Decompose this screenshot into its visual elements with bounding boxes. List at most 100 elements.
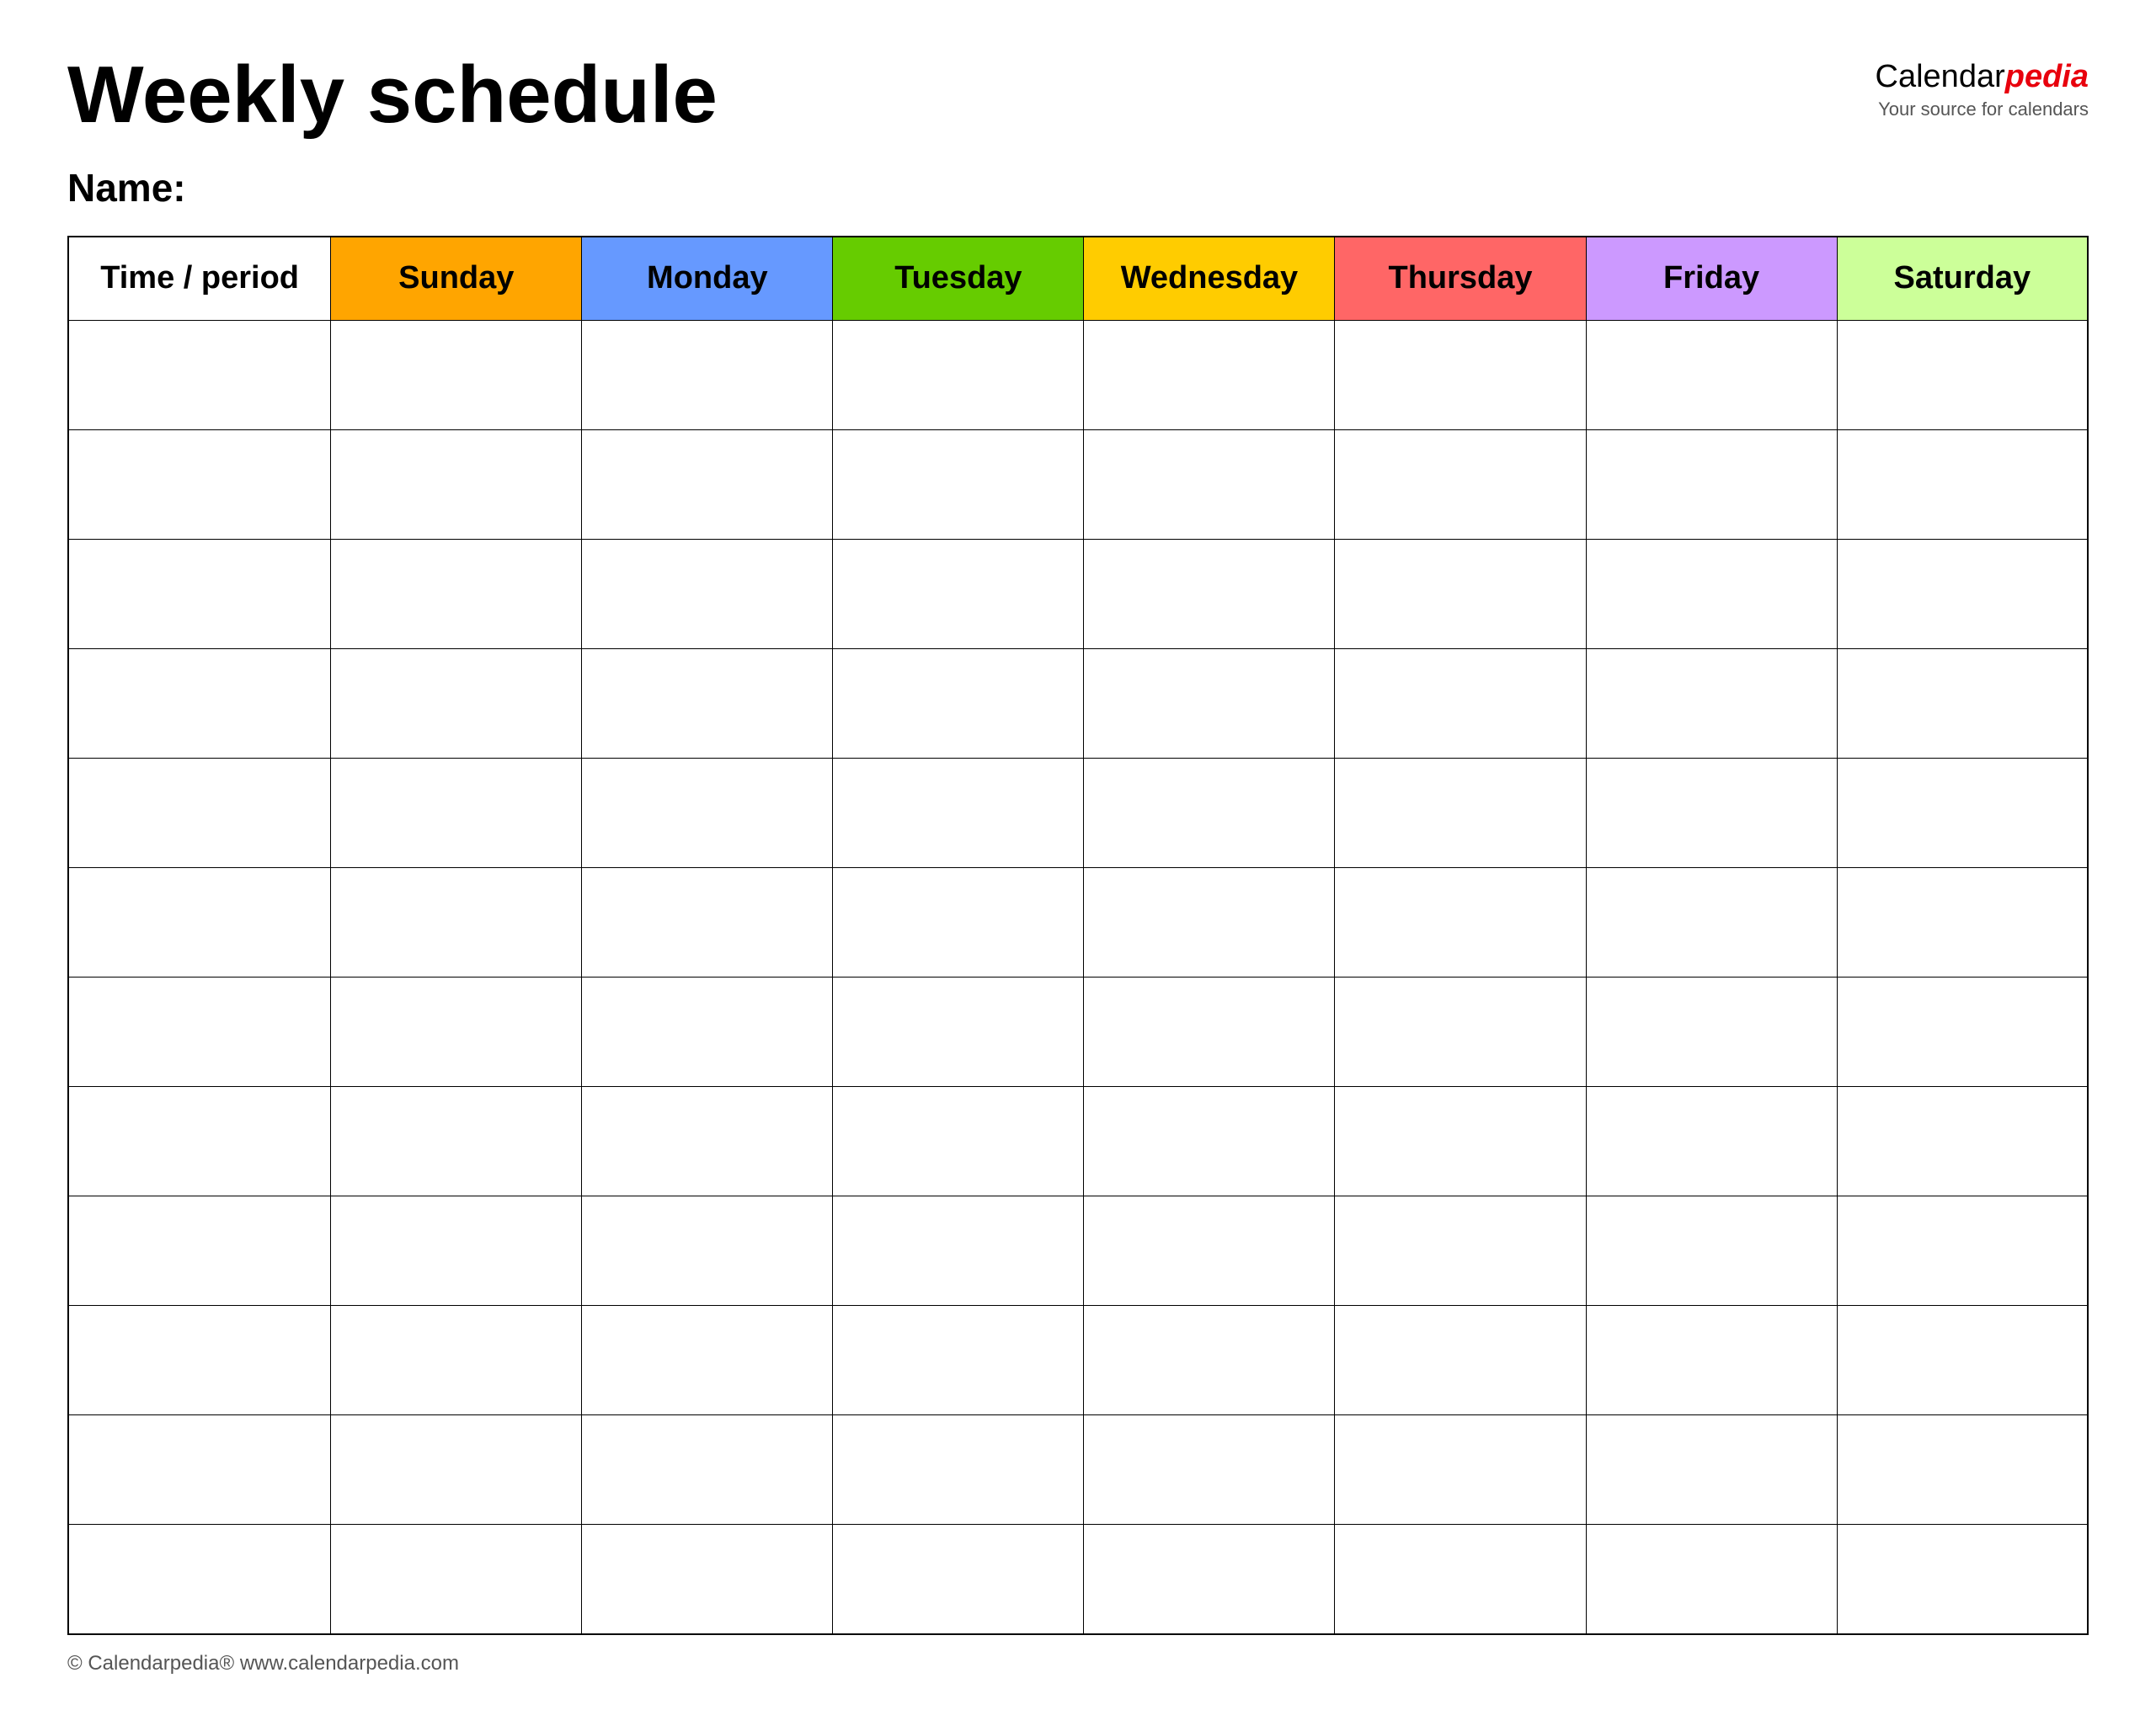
schedule-cell[interactable] bbox=[1335, 1415, 1586, 1525]
schedule-cell[interactable] bbox=[331, 1525, 582, 1634]
schedule-cell[interactable] bbox=[1084, 321, 1335, 430]
col-header-saturday: Saturday bbox=[1837, 237, 2088, 321]
schedule-cell[interactable] bbox=[1586, 321, 1837, 430]
schedule-cell[interactable] bbox=[1586, 649, 1837, 759]
time-cell[interactable] bbox=[68, 1415, 331, 1525]
schedule-cell[interactable] bbox=[833, 321, 1084, 430]
schedule-cell[interactable] bbox=[833, 649, 1084, 759]
schedule-cell[interactable] bbox=[833, 868, 1084, 978]
schedule-cell[interactable] bbox=[1586, 978, 1837, 1087]
time-cell[interactable] bbox=[68, 540, 331, 649]
schedule-cell[interactable] bbox=[331, 649, 582, 759]
schedule-cell[interactable] bbox=[331, 1087, 582, 1196]
schedule-cell[interactable] bbox=[582, 1415, 833, 1525]
schedule-cell[interactable] bbox=[1335, 1196, 1586, 1306]
schedule-cell[interactable] bbox=[582, 759, 833, 868]
schedule-cell[interactable] bbox=[1586, 1415, 1837, 1525]
schedule-cell[interactable] bbox=[833, 759, 1084, 868]
schedule-cell[interactable] bbox=[833, 978, 1084, 1087]
schedule-cell[interactable] bbox=[1335, 978, 1586, 1087]
schedule-cell[interactable] bbox=[1837, 540, 2088, 649]
schedule-cell[interactable] bbox=[582, 321, 833, 430]
schedule-cell[interactable] bbox=[1837, 1525, 2088, 1634]
schedule-cell[interactable] bbox=[1335, 540, 1586, 649]
schedule-cell[interactable] bbox=[833, 1525, 1084, 1634]
time-cell[interactable] bbox=[68, 430, 331, 540]
schedule-cell[interactable] bbox=[833, 1087, 1084, 1196]
schedule-cell[interactable] bbox=[582, 868, 833, 978]
time-cell[interactable] bbox=[68, 321, 331, 430]
time-cell[interactable] bbox=[68, 1196, 331, 1306]
schedule-cell[interactable] bbox=[1586, 1306, 1837, 1415]
schedule-cell[interactable] bbox=[582, 430, 833, 540]
schedule-cell[interactable] bbox=[833, 540, 1084, 649]
schedule-cell[interactable] bbox=[1335, 321, 1586, 430]
schedule-cell[interactable] bbox=[1586, 868, 1837, 978]
schedule-cell[interactable] bbox=[1335, 868, 1586, 978]
schedule-cell[interactable] bbox=[1084, 759, 1335, 868]
schedule-cell[interactable] bbox=[1586, 1087, 1837, 1196]
schedule-cell[interactable] bbox=[331, 321, 582, 430]
schedule-cell[interactable] bbox=[833, 1306, 1084, 1415]
schedule-cell[interactable] bbox=[1837, 1196, 2088, 1306]
schedule-cell[interactable] bbox=[582, 1196, 833, 1306]
schedule-cell[interactable] bbox=[1084, 868, 1335, 978]
schedule-cell[interactable] bbox=[1586, 430, 1837, 540]
schedule-cell[interactable] bbox=[582, 1525, 833, 1634]
schedule-cell[interactable] bbox=[1837, 759, 2088, 868]
schedule-cell[interactable] bbox=[1837, 978, 2088, 1087]
schedule-cell[interactable] bbox=[833, 1196, 1084, 1306]
col-header-friday: Friday bbox=[1586, 237, 1837, 321]
schedule-cell[interactable] bbox=[833, 430, 1084, 540]
schedule-cell[interactable] bbox=[1084, 1196, 1335, 1306]
schedule-cell[interactable] bbox=[1084, 978, 1335, 1087]
schedule-cell[interactable] bbox=[1335, 430, 1586, 540]
time-cell[interactable] bbox=[68, 978, 331, 1087]
col-header-sunday: Sunday bbox=[331, 237, 582, 321]
schedule-cell[interactable] bbox=[1837, 430, 2088, 540]
schedule-cell[interactable] bbox=[1586, 1525, 1837, 1634]
time-cell[interactable] bbox=[68, 1525, 331, 1634]
schedule-cell[interactable] bbox=[331, 978, 582, 1087]
schedule-cell[interactable] bbox=[1084, 1525, 1335, 1634]
time-cell[interactable] bbox=[68, 868, 331, 978]
schedule-cell[interactable] bbox=[1586, 540, 1837, 649]
schedule-body bbox=[68, 321, 2088, 1634]
schedule-cell[interactable] bbox=[1586, 1196, 1837, 1306]
schedule-cell[interactable] bbox=[1837, 1415, 2088, 1525]
schedule-cell[interactable] bbox=[331, 1306, 582, 1415]
time-cell[interactable] bbox=[68, 649, 331, 759]
schedule-cell[interactable] bbox=[1837, 1087, 2088, 1196]
schedule-cell[interactable] bbox=[1084, 1306, 1335, 1415]
schedule-cell[interactable] bbox=[1335, 1306, 1586, 1415]
schedule-cell[interactable] bbox=[582, 540, 833, 649]
schedule-cell[interactable] bbox=[1335, 649, 1586, 759]
schedule-cell[interactable] bbox=[331, 430, 582, 540]
schedule-cell[interactable] bbox=[1586, 759, 1837, 868]
schedule-cell[interactable] bbox=[833, 1415, 1084, 1525]
schedule-cell[interactable] bbox=[1335, 759, 1586, 868]
schedule-cell[interactable] bbox=[1837, 649, 2088, 759]
schedule-cell[interactable] bbox=[582, 978, 833, 1087]
schedule-cell[interactable] bbox=[331, 1196, 582, 1306]
schedule-cell[interactable] bbox=[1084, 1415, 1335, 1525]
schedule-cell[interactable] bbox=[1084, 649, 1335, 759]
schedule-cell[interactable] bbox=[582, 1306, 833, 1415]
schedule-cell[interactable] bbox=[331, 540, 582, 649]
schedule-cell[interactable] bbox=[1084, 430, 1335, 540]
schedule-cell[interactable] bbox=[331, 868, 582, 978]
schedule-cell[interactable] bbox=[582, 649, 833, 759]
schedule-cell[interactable] bbox=[1335, 1525, 1586, 1634]
schedule-cell[interactable] bbox=[1084, 1087, 1335, 1196]
schedule-cell[interactable] bbox=[331, 1415, 582, 1525]
schedule-cell[interactable] bbox=[1837, 1306, 2088, 1415]
schedule-cell[interactable] bbox=[1837, 321, 2088, 430]
schedule-cell[interactable] bbox=[1837, 868, 2088, 978]
schedule-cell[interactable] bbox=[1084, 540, 1335, 649]
schedule-cell[interactable] bbox=[1335, 1087, 1586, 1196]
time-cell[interactable] bbox=[68, 759, 331, 868]
schedule-cell[interactable] bbox=[331, 759, 582, 868]
time-cell[interactable] bbox=[68, 1306, 331, 1415]
time-cell[interactable] bbox=[68, 1087, 331, 1196]
schedule-cell[interactable] bbox=[582, 1087, 833, 1196]
